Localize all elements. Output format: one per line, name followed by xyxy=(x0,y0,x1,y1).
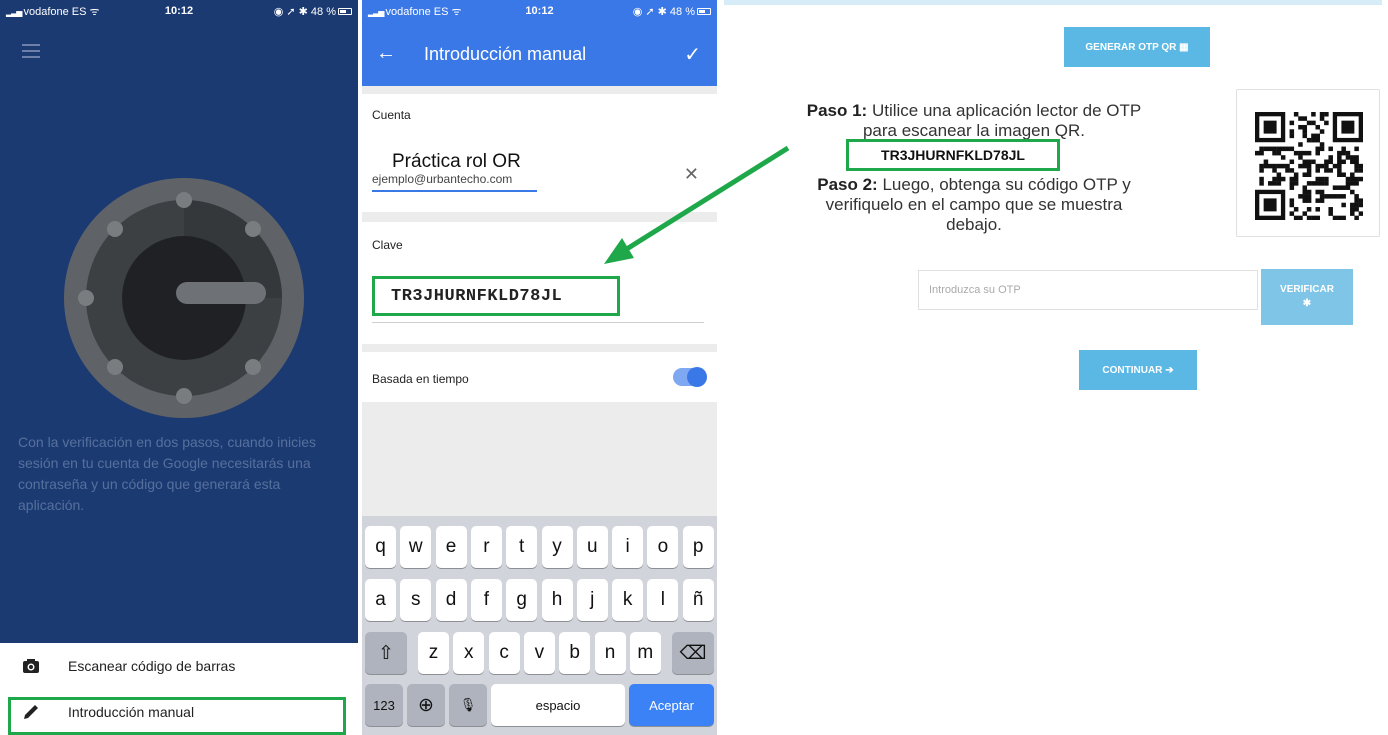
shift-key[interactable]: ⇧ xyxy=(365,632,407,674)
page-title: Introducción manual xyxy=(424,44,587,64)
step-1-text: Utilice una aplicación lector de OTP par… xyxy=(862,101,1142,140)
key-p[interactable]: p xyxy=(682,526,714,568)
back-arrow-icon[interactable]: ← xyxy=(376,42,396,65)
key-y[interactable]: y xyxy=(541,526,573,568)
time-based-toggle[interactable] xyxy=(673,367,707,387)
key-o[interactable]: o xyxy=(647,526,679,568)
space-key[interactable]: espacio xyxy=(491,684,625,726)
otp-input[interactable]: Introduzca su OTP xyxy=(918,270,1258,310)
key-t[interactable]: t xyxy=(506,526,538,568)
step-2-label: Paso 2: xyxy=(817,175,878,194)
key-s[interactable]: s xyxy=(400,579,432,621)
authenticator-logo xyxy=(64,178,304,418)
battery-icon xyxy=(338,8,352,16)
key-label: Clave xyxy=(372,238,403,252)
camera-icon xyxy=(23,659,39,673)
backspace-key[interactable]: ⌫ xyxy=(672,632,714,674)
key-d[interactable]: d xyxy=(435,579,467,621)
key-m[interactable]: m xyxy=(629,632,661,674)
manual-entry-highlight xyxy=(8,697,346,735)
key-c[interactable]: c xyxy=(488,632,520,674)
key-g[interactable]: g xyxy=(506,579,538,621)
key-n[interactable]: n xyxy=(594,632,626,674)
step-1-label: Paso 1: xyxy=(806,101,868,120)
qr-code-card xyxy=(1236,89,1380,237)
account-overlay-label: Práctica rol OR xyxy=(392,151,521,173)
key-u[interactable]: u xyxy=(576,526,608,568)
scan-barcode-option[interactable]: Escanear código de barras xyxy=(0,643,358,689)
key-l[interactable]: l xyxy=(647,579,679,621)
key-b[interactable]: b xyxy=(559,632,591,674)
key-h[interactable]: h xyxy=(541,579,573,621)
clock: 10:12 xyxy=(164,5,194,17)
step-2: Paso 2: Luego, obtenga su código OTP y v… xyxy=(804,175,1144,235)
verify-button[interactable]: VERIFICAR ✱ xyxy=(1261,269,1353,325)
key-k[interactable]: k xyxy=(612,579,644,621)
qr-icon: ▦ xyxy=(1179,41,1189,53)
generate-otp-qr-button[interactable]: GENERAR OTP QR ▦ xyxy=(1064,27,1210,67)
qr-code-image xyxy=(1255,112,1363,220)
confirm-check-icon[interactable]: ✓ xyxy=(684,42,701,67)
key-e[interactable]: e xyxy=(435,526,467,568)
globe-key[interactable]: ⊕ xyxy=(407,684,445,726)
keyboard: q w e r t y u i o p a s d f g h j k l ñ ⇧ z x c v b n m ⌫ 123 ⊕ 🎙 espaci… xyxy=(362,516,717,735)
app-bar: ← Introducción manual ✓ xyxy=(362,22,717,86)
account-input[interactable]: ejemplo@urbantecho.com xyxy=(372,172,512,186)
account-label: Cuenta xyxy=(372,108,411,122)
key-x[interactable]: x xyxy=(453,632,485,674)
clock: 10:12 xyxy=(525,5,554,17)
key-underline xyxy=(372,322,704,323)
toggle-knob xyxy=(687,367,707,387)
key-input[interactable]: TR3JHURNFKLD78JL xyxy=(372,276,620,316)
otp-secret-code: TR3JHURNFKLD78JL xyxy=(846,139,1060,171)
key-i[interactable]: i xyxy=(612,526,644,568)
step-1: Paso 1: Utilice una aplicación lector de… xyxy=(804,101,1144,141)
time-based-card: Basada en tiempo xyxy=(362,352,717,402)
numbers-key[interactable]: 123 xyxy=(365,684,403,726)
key-w[interactable]: w xyxy=(400,526,432,568)
status-bar: ▂▃▅ vodafone ES ᯤ 10:12 ◉ ➚ ✱ 48 % xyxy=(362,0,717,22)
key-j[interactable]: j xyxy=(576,579,608,621)
accept-key[interactable]: Aceptar xyxy=(629,684,714,726)
generate-otp-qr-label: GENERAR OTP QR xyxy=(1085,41,1177,53)
authenticator-home-screen: ▂▃▅ vodafone ES ᯤ 10:12 ◉ ➚ ✱ 48 % Con la… xyxy=(0,0,358,735)
menu-icon[interactable] xyxy=(22,44,40,62)
key-ñ[interactable]: ñ xyxy=(682,579,714,621)
status-bar: ▂▃▅ vodafone ES ᯤ 10:12 ◉ ➚ ✱ 48 % xyxy=(0,0,358,22)
key-r[interactable]: r xyxy=(470,526,502,568)
key-v[interactable]: v xyxy=(523,632,555,674)
time-based-label: Basada en tiempo xyxy=(372,372,469,386)
clear-account-icon[interactable]: ✕ xyxy=(684,164,699,185)
microphone-key[interactable]: 🎙 xyxy=(449,684,487,726)
verify-label: VERIFICAR xyxy=(1280,284,1334,295)
asterisk-icon: ✱ xyxy=(1302,298,1312,309)
key-z[interactable]: z xyxy=(418,632,449,674)
key-a[interactable]: a xyxy=(365,579,396,621)
key-f[interactable]: f xyxy=(470,579,502,621)
scan-barcode-label: Escanear código de barras xyxy=(68,658,236,674)
account-underline xyxy=(372,190,537,192)
battery-icon xyxy=(697,8,711,16)
intro-description: Con la verificación en dos pasos, cuando… xyxy=(18,434,317,513)
key-q[interactable]: q xyxy=(365,526,396,568)
web-otp-panel: GENERAR OTP QR ▦ Paso 1: Utilice una apl… xyxy=(724,0,1382,400)
continue-label: CONTINUAR xyxy=(1102,364,1163,376)
arrow-right-icon: ➔ xyxy=(1165,364,1174,376)
manual-entry-screen: ▂▃▅ vodafone ES ᯤ 10:12 ◉ ➚ ✱ 48 % ← Intr… xyxy=(362,0,717,735)
continue-button[interactable]: CONTINUAR ➔ xyxy=(1079,350,1197,390)
